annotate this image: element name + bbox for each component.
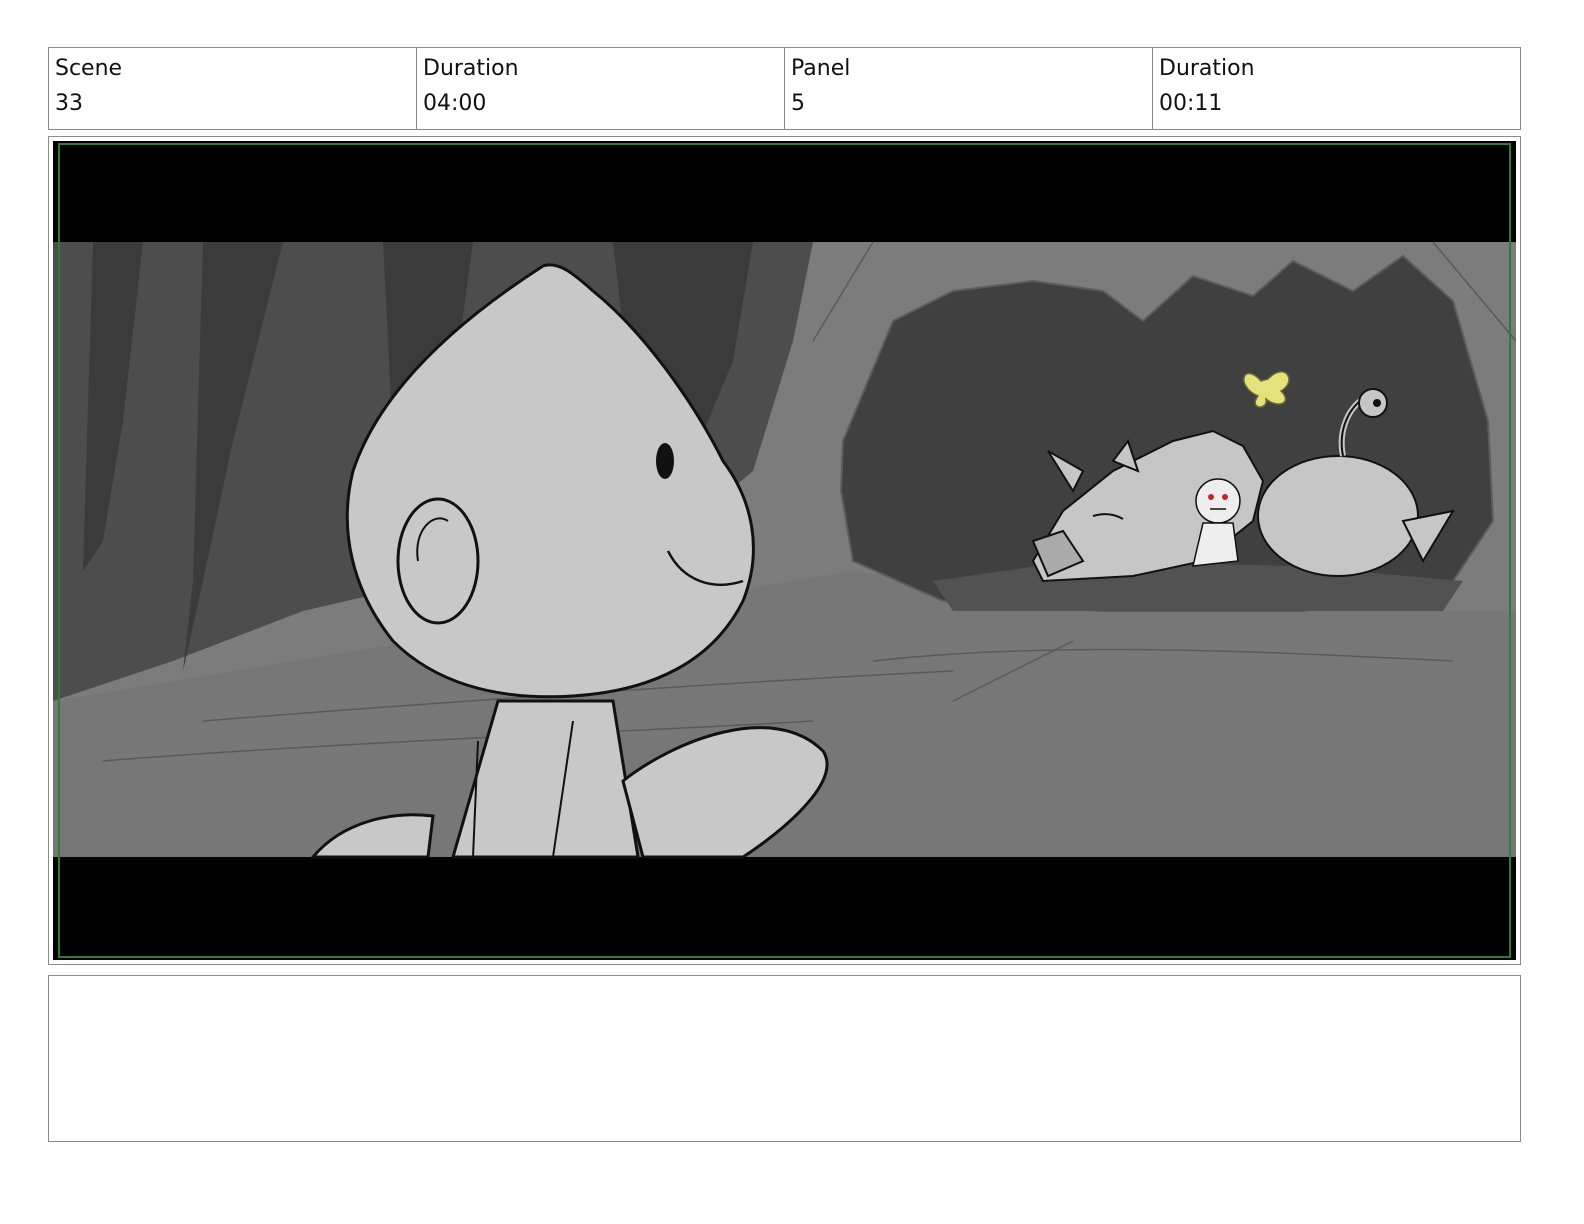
scene-number: 33 [55, 91, 83, 116]
scene-duration-value: 04:00 [423, 91, 487, 116]
panel-notes [48, 975, 1521, 1142]
letterbox-bottom [53, 857, 1516, 960]
scene-label: Scene [55, 56, 123, 81]
scene-duration-label: Duration [423, 56, 519, 81]
panel-duration-label: Duration [1159, 56, 1255, 81]
scene-drawing [53, 241, 1516, 859]
scene-cell: Scene 33 [49, 48, 417, 129]
panel-cell: Panel 5 [785, 48, 1153, 129]
storyboard-panel-frame [48, 136, 1521, 965]
scene-duration-cell: Duration 04:00 [417, 48, 785, 129]
storyboard-header: Scene 33 Duration 04:00 Panel 5 Duration… [48, 47, 1521, 130]
panel-number: 5 [791, 91, 805, 116]
panel-duration-value: 00:11 [1159, 91, 1223, 116]
storyboard-panel-image [53, 141, 1516, 960]
panel-label: Panel [791, 56, 851, 81]
letterbox-top [53, 141, 1516, 242]
panel-duration-cell: Duration 00:11 [1153, 48, 1520, 129]
